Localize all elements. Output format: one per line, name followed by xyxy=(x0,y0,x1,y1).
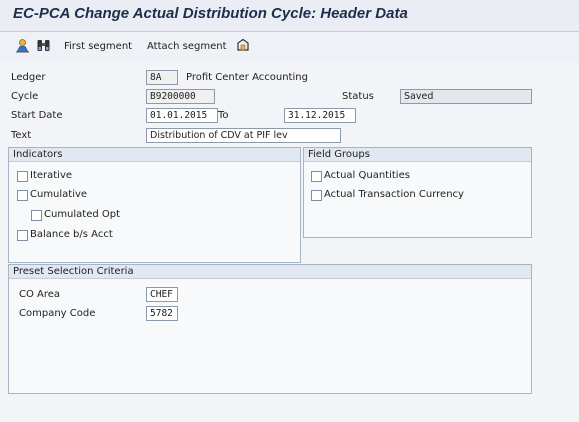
first-segment-button[interactable]: First segment xyxy=(64,41,132,52)
balance-label: Balance b/s Acct xyxy=(30,229,113,240)
start-date-label: Start Date xyxy=(11,110,63,121)
company-code-field[interactable]: 5782 xyxy=(146,306,178,321)
actual-quantities-checkbox[interactable] xyxy=(311,171,322,182)
iterative-checkbox[interactable] xyxy=(17,171,28,182)
company-code-label: Company Code xyxy=(19,308,96,319)
ledger-description: Profit Center Accounting xyxy=(186,72,308,83)
field-groups-group: Field Groups Actual Quantities Actual Tr… xyxy=(303,147,532,238)
text-label: Text xyxy=(11,130,32,141)
attach-segment-button[interactable]: Attach segment xyxy=(147,41,227,52)
status-field: Saved xyxy=(400,89,532,104)
indicators-group-title: Indicators xyxy=(9,148,300,162)
application-toolbar: First segment Attach segment xyxy=(0,32,579,62)
co-area-field[interactable]: CHEF xyxy=(146,287,178,302)
co-area-label: CO Area xyxy=(19,289,61,300)
field-groups-group-title: Field Groups xyxy=(304,148,531,162)
person-icon[interactable] xyxy=(15,38,30,53)
end-date-field[interactable]: 31.12.2015 xyxy=(284,108,356,123)
actual-transaction-currency-label: Actual Transaction Currency xyxy=(324,189,464,200)
cumulative-label: Cumulative xyxy=(30,189,88,200)
cumulated-opt-label: Cumulated Opt xyxy=(44,209,121,220)
actual-quantities-label: Actual Quantities xyxy=(324,170,410,181)
ledger-label: Ledger xyxy=(11,72,46,83)
actual-transaction-currency-checkbox[interactable] xyxy=(311,190,322,201)
cycle-field[interactable]: B9200000 xyxy=(146,89,215,104)
preset-selection-group: Preset Selection Criteria CO Area CHEF C… xyxy=(8,264,532,394)
indicators-group: Indicators Iterative Cumulative Cumulate… xyxy=(8,147,301,263)
to-label: To xyxy=(218,110,229,121)
attach-segment-icon[interactable] xyxy=(236,38,250,52)
cycle-label: Cycle xyxy=(11,91,39,102)
text-field[interactable]: Distribution of CDV at PIF lev xyxy=(146,128,341,143)
preset-selection-group-title: Preset Selection Criteria xyxy=(9,265,531,279)
balance-checkbox[interactable] xyxy=(17,230,28,241)
cumulative-checkbox[interactable] xyxy=(17,190,28,201)
status-label: Status xyxy=(342,91,374,102)
ledger-field[interactable]: 8A xyxy=(146,70,178,85)
header-data-area: Ledger 8A Profit Center Accounting Cycle… xyxy=(0,62,579,422)
start-date-field[interactable]: 01.01.2015 xyxy=(146,108,218,123)
iterative-label: Iterative xyxy=(30,170,73,181)
binoculars-icon[interactable] xyxy=(36,38,51,53)
title-bar: EC-PCA Change Actual Distribution Cycle:… xyxy=(0,0,579,31)
cumulated-opt-checkbox[interactable] xyxy=(31,210,42,221)
page-title: EC-PCA Change Actual Distribution Cycle:… xyxy=(13,5,408,22)
